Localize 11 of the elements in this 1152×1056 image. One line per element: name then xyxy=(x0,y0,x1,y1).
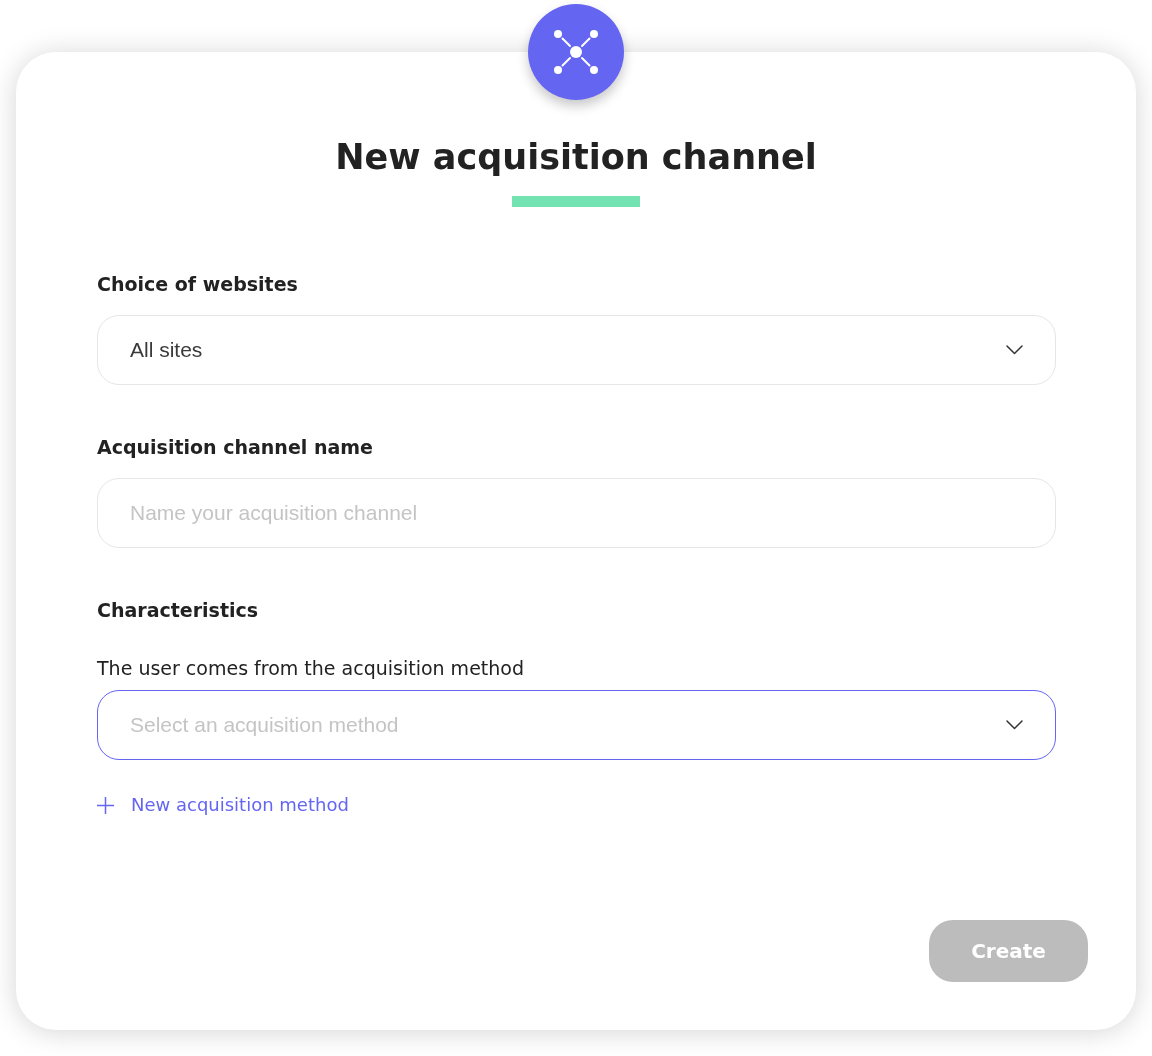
field-label: Acquisition channel name xyxy=(97,435,373,459)
chevron-down-icon xyxy=(1006,720,1023,730)
field-label: Choice of websites xyxy=(97,272,298,296)
add-method-link[interactable]: New acquisition method xyxy=(97,793,349,817)
dropdown[interactable]: All sites xyxy=(97,315,1056,385)
chevron-down-icon xyxy=(1006,345,1023,355)
text-input[interactable]: Name your acquisition channel xyxy=(97,478,1056,548)
field-label: The user comes from the acquisition method xyxy=(97,656,524,680)
section-heading: Characteristics xyxy=(97,598,259,622)
plus-icon xyxy=(97,796,114,814)
dialog-title: New acquisition channel xyxy=(335,136,817,179)
